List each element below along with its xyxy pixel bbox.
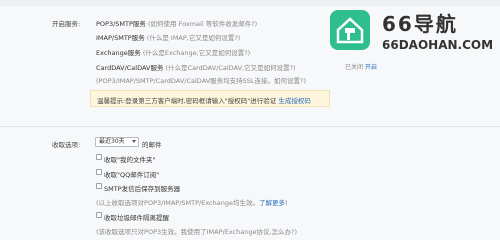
site-watermark-logo: 66导航 66DAOHAN.COM (322, 2, 498, 56)
service-pop3-help-link[interactable]: (如何使用 Foxmail 等软件收发邮件?) (148, 20, 257, 28)
service-exchange-help-link[interactable]: (什么是Exchange,它又是如何设置?) (143, 49, 250, 57)
smtp-note-text: (以上收取选项对POP3/IMAP/SMTP/Exchange均生效。 (96, 199, 259, 207)
checkbox-spam-alert-label: 收取垃圾邮件隔离提醒 (104, 214, 169, 222)
notice-text: 温馨提示:登录第三方客户端时,密码框请输入"授权码"进行验证 (97, 97, 277, 105)
service-imap-help-link[interactable]: (什么是 IMAP,它又是如何设置?) (147, 34, 241, 42)
service-imap: IMAP/SMTP服务 (什么是 IMAP,它又是如何设置?) (96, 32, 240, 42)
service-side-status: 已关闭 开启 (345, 62, 377, 71)
enable-service-link[interactable]: 开启 (365, 64, 377, 71)
chevron-down-icon (132, 140, 136, 143)
section-divider (0, 126, 500, 127)
checkbox-qq-subscription[interactable] (96, 169, 102, 175)
ssl-note: (POP3/IMAP/SMTP/CardDAV/CalDAV服务均支持SSL连接… (96, 77, 307, 85)
smtp-note: (以上收取选项对POP3/IMAP/SMTP/Exchange均生效。了解更多) (96, 197, 288, 207)
smtp-note-end: ) (284, 199, 288, 207)
service-exchange-name: Exchange服务 (96, 49, 141, 57)
checkbox-smtp-save[interactable] (96, 183, 102, 189)
receive-range-select[interactable]: 最近30天 (95, 137, 139, 147)
generate-auth-code-link[interactable]: 生成授权码 (278, 97, 311, 105)
service-carddav-name: CardDAV/CalDAV服务 (96, 64, 164, 72)
checkbox-my-folders[interactable] (96, 154, 102, 160)
house-logo-icon (330, 10, 370, 50)
checkbox-smtp-save-label: SMTP发信后保存到服务器 (104, 185, 181, 193)
service-exchange: Exchange服务 (什么是Exchange,它又是如何设置?) (96, 47, 250, 57)
services-section-label: 开启服务: (52, 20, 81, 28)
service-imap-name: IMAP/SMTP服务 (96, 34, 145, 42)
service-carddav: CardDAV/CalDAV服务 (什么是CardDAV/CalDAV,它又是如… (96, 62, 296, 72)
learn-more-link[interactable]: 了解更多 (259, 199, 285, 207)
service-pop3-name: POP3/SMTP服务 (96, 20, 146, 28)
service-carddav-help-link[interactable]: (什么是CardDAV/CalDAV,它又是如何设置?) (166, 64, 296, 72)
watermark-url: 66DAOHAN.COM (382, 38, 494, 52)
receive-range-value: 最近30天 (99, 138, 125, 145)
receive-options-label: 收取选项: (52, 141, 81, 149)
checkbox-my-folders-label: 收取"我的文件夹" (104, 156, 156, 164)
watermark-title: 66导航 (382, 12, 458, 36)
pop3-only-note: (该收取选项只对POP3生效。我使用了IMAP/Exchange协议,怎么办?) (96, 228, 298, 236)
service-status-text: 已关闭 (345, 64, 364, 71)
service-pop3: POP3/SMTP服务 (如何使用 Foxmail 等软件收发邮件?) (96, 18, 257, 28)
auth-code-notice: 温馨提示:登录第三方客户端时,密码框请输入"授权码"进行验证 生成授权码 (90, 90, 330, 107)
checkbox-spam-alert[interactable] (96, 212, 102, 218)
receive-range-suffix: 的邮件 (142, 141, 162, 149)
checkbox-qq-subscription-label: 收取"QQ邮件订阅" (104, 171, 160, 179)
